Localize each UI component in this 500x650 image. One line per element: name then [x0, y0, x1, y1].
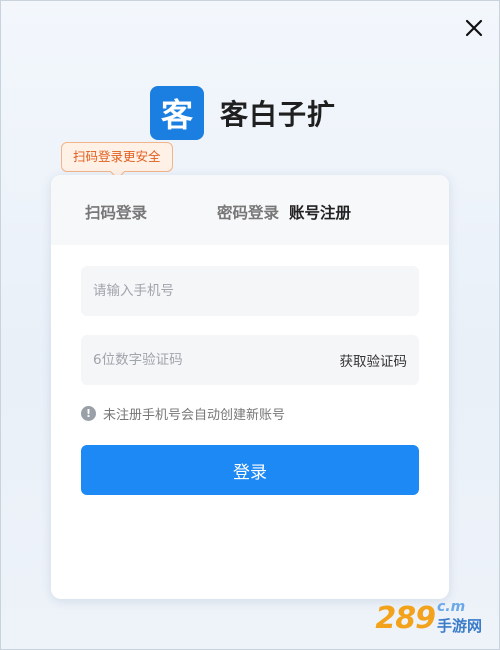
close-icon: [465, 19, 483, 37]
watermark-logo: 289 c.m 手游网: [375, 599, 482, 636]
tab-register[interactable]: 账号注册: [289, 201, 351, 223]
watermark-number: 289: [375, 601, 436, 636]
app-name: 客白子扩: [220, 98, 337, 131]
code-input[interactable]: [93, 352, 340, 368]
tab-password-login[interactable]: 密码登录: [217, 201, 279, 223]
phone-input[interactable]: [93, 283, 407, 299]
phone-field[interactable]: [81, 266, 419, 316]
login-tabs: 扫码登录 密码登录 账号注册: [51, 175, 449, 245]
tab-qr-login[interactable]: 扫码登录: [85, 201, 147, 223]
watermark-com: c.m: [436, 599, 466, 615]
code-field[interactable]: 获取验证码: [81, 335, 419, 385]
qr-login-tooltip: 扫码登录更安全: [61, 142, 173, 172]
watermark-cn: 手游网: [436, 617, 482, 635]
notice-text: 未注册手机号会自动创建新账号: [103, 408, 286, 423]
close-button[interactable]: [462, 16, 486, 40]
app-logo: 客 客白子扩: [150, 86, 336, 140]
login-button[interactable]: 登录: [81, 445, 419, 495]
logo-badge: 客: [150, 86, 204, 140]
info-icon: !: [81, 406, 96, 421]
get-code-button[interactable]: 获取验证码: [340, 350, 408, 370]
register-notice: ! 未注册手机号会自动创建新账号: [81, 404, 285, 423]
login-card: 扫码登录 密码登录 账号注册 获取验证码 ! 未注册手机号会自动创建新账号 登录: [51, 175, 449, 599]
